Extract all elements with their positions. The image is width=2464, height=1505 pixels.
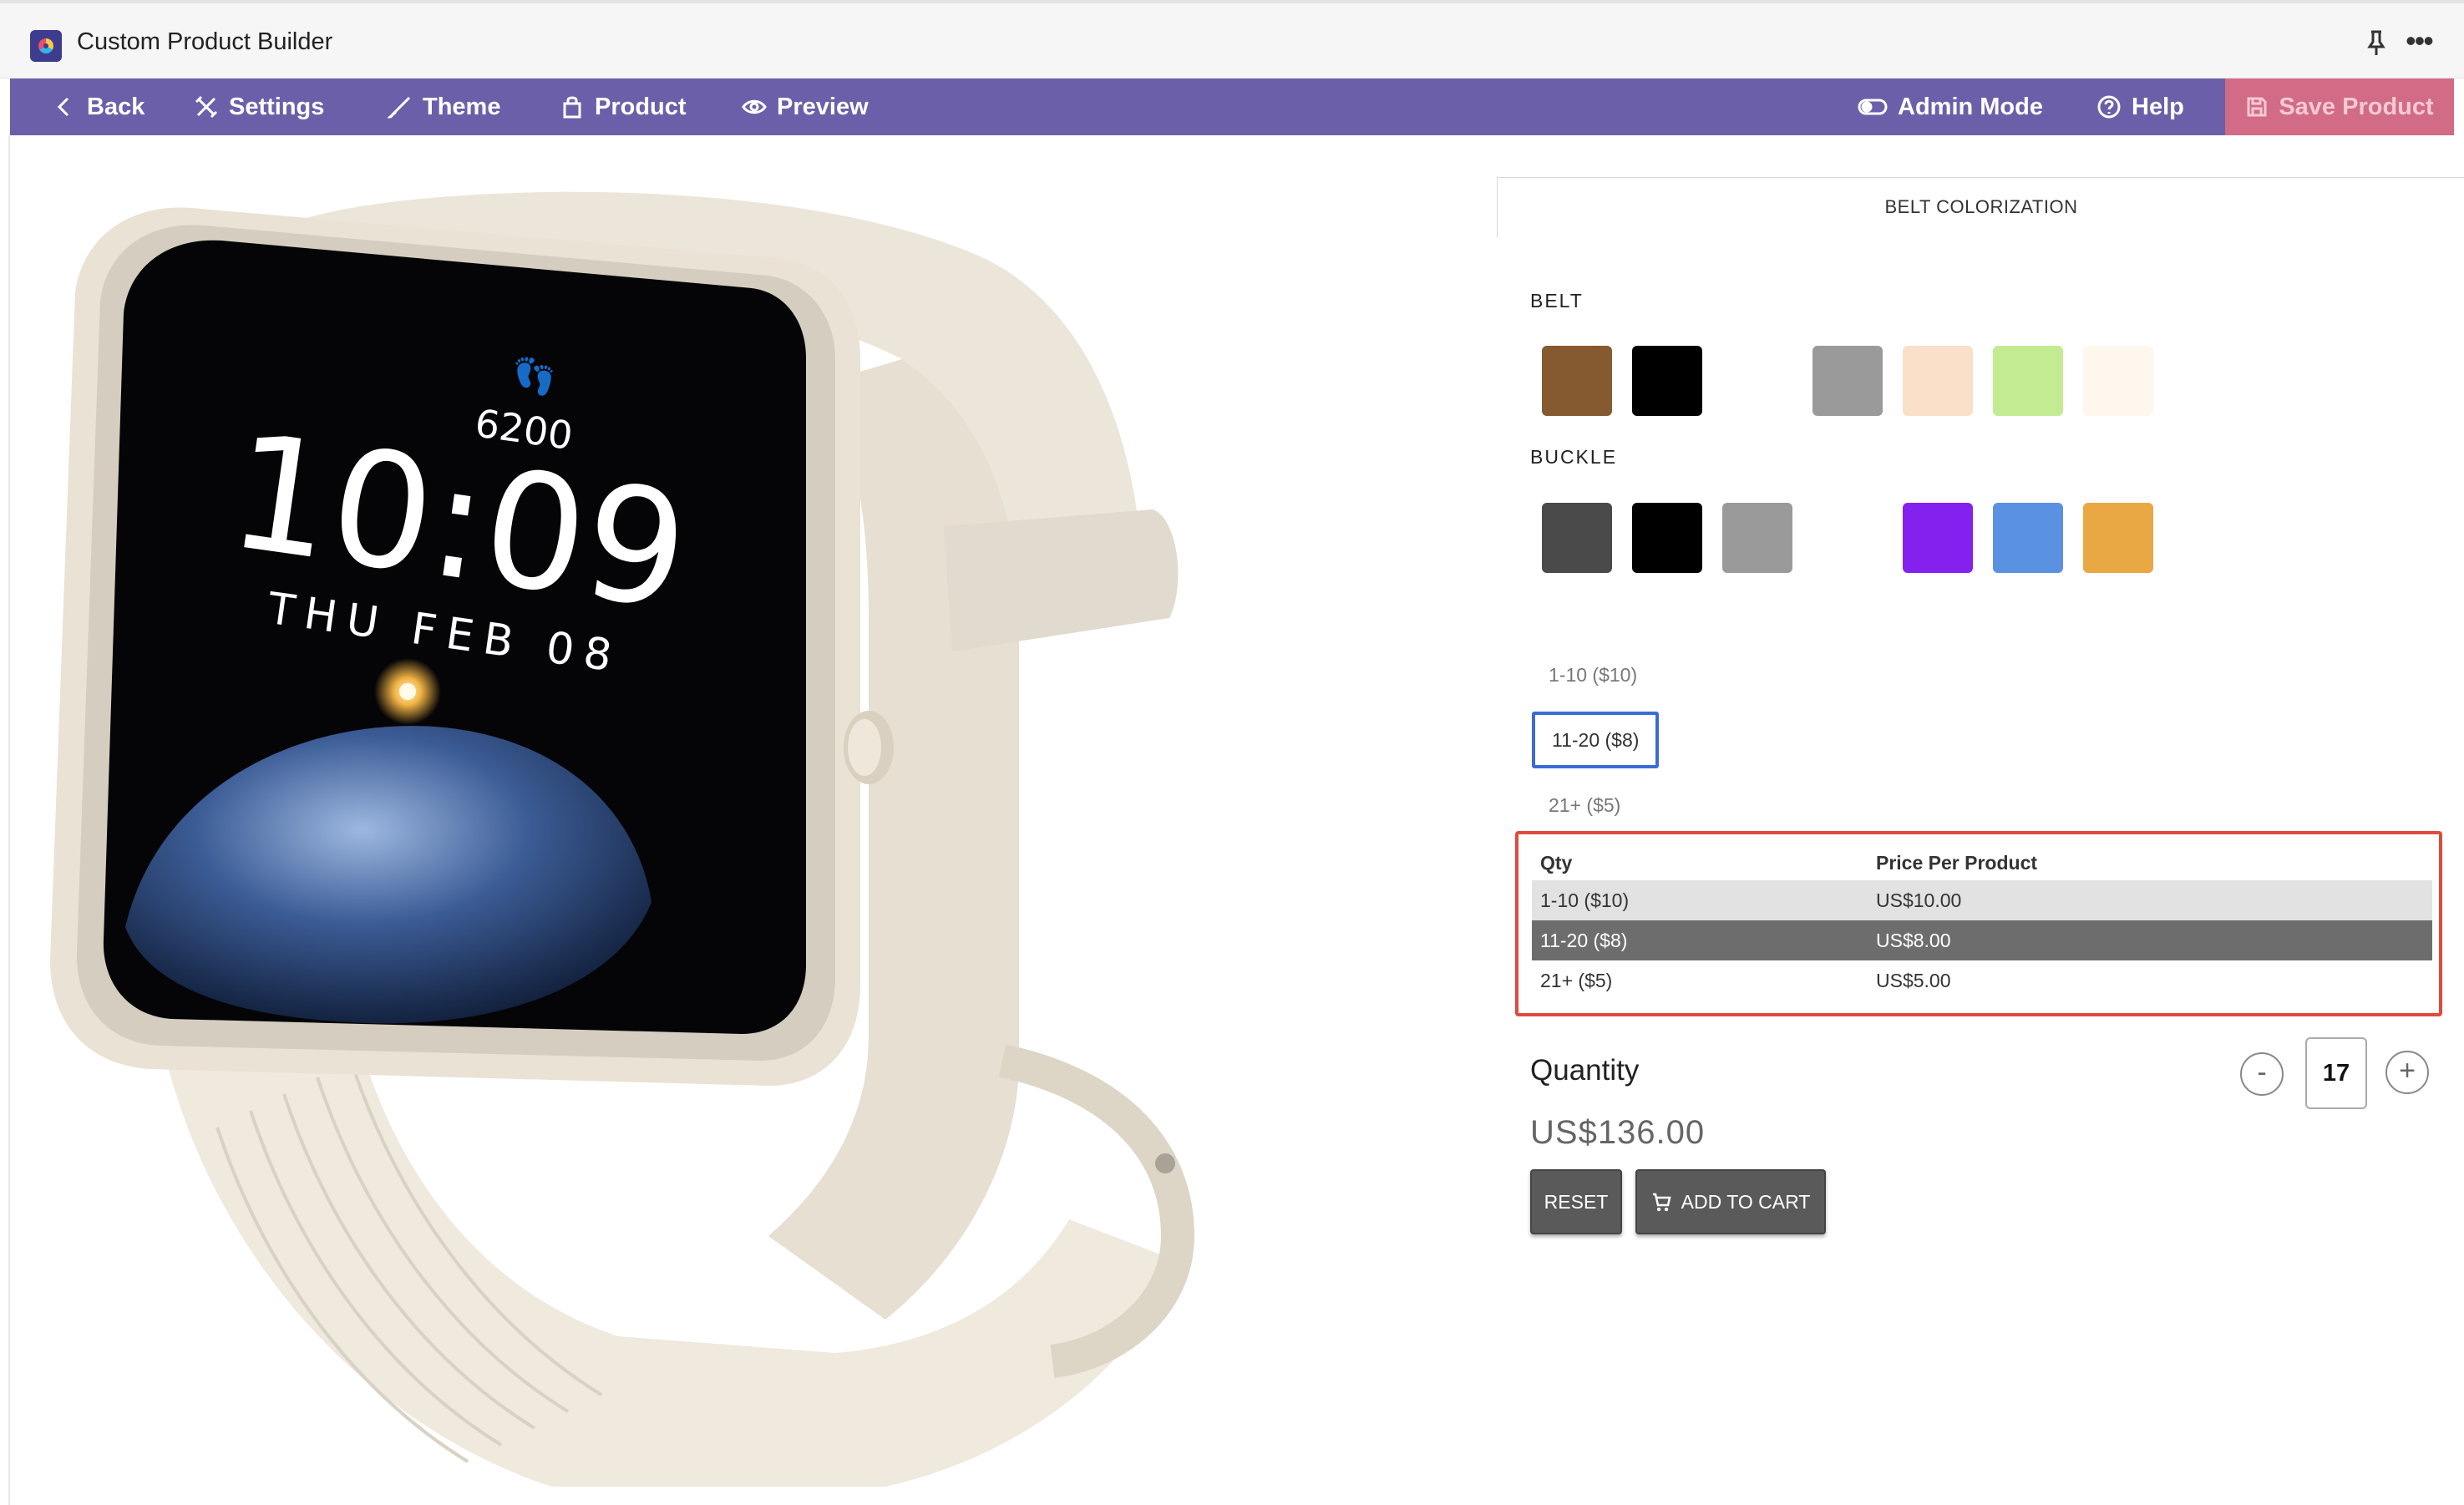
toggle-icon — [1858, 99, 1888, 115]
left-divider — [8, 135, 10, 1505]
brush-icon — [388, 96, 411, 119]
price-header: Price Per Product — [1876, 851, 2038, 874]
title-bar: Custom Product Builder ••• — [0, 0, 2464, 79]
theme-label: Theme — [423, 93, 501, 120]
tab-label: BELT COLORIZATION — [1884, 196, 2078, 217]
buckle-color-swatch-7[interactable] — [2083, 503, 2153, 573]
belt-color-swatch-2[interactable] — [1632, 346, 1702, 416]
belt-color-swatch-7[interactable] — [2083, 346, 2153, 416]
add-to-cart-label: ADD TO CART — [1681, 1190, 1811, 1213]
tier-option-1-10[interactable]: 1-10 ($10) — [1532, 646, 1654, 703]
back-label: Back — [87, 93, 145, 120]
svg-text:👣: 👣 — [513, 355, 556, 398]
qty-cell: 21+ ($5) — [1532, 960, 1876, 1001]
price-table: Qty Price Per Product 1-10 ($10) US$10.0… — [1532, 845, 2432, 1001]
save-product-label: Save Product — [2279, 93, 2434, 120]
preview-label: Preview — [777, 93, 869, 120]
price-cell: US$5.00 — [1876, 960, 2432, 1001]
belt-color-swatch-4[interactable] — [1813, 346, 1883, 416]
product-label: Product — [595, 93, 687, 120]
belt-color-swatch-3[interactable] — [1722, 346, 1792, 416]
help-icon — [2097, 95, 2121, 119]
add-to-cart-button[interactable]: ADD TO CART — [1635, 1169, 1826, 1234]
table-row: 1-10 ($10) US$10.00 — [1532, 880, 2432, 920]
admin-mode-toggle[interactable]: Admin Mode — [1858, 79, 2043, 135]
belt-color-swatch-6[interactable] — [1993, 346, 2063, 416]
price-cell: US$8.00 — [1876, 920, 2432, 960]
buckle-color-swatch-2[interactable] — [1632, 503, 1702, 573]
back-button[interactable]: Back — [52, 79, 144, 135]
total-price: US$136.00 — [1530, 1114, 1706, 1151]
buckle-color-swatch-5[interactable] — [1903, 503, 1973, 573]
table-header-row: Qty Price Per Product — [1532, 845, 2432, 880]
tier-option-11-20[interactable]: 11-20 ($8) — [1532, 712, 1660, 768]
theme-button[interactable]: Theme — [388, 79, 500, 135]
qty-cell: 1-10 ($10) — [1532, 880, 1876, 920]
reset-button[interactable]: RESET — [1530, 1169, 1622, 1234]
product-preview-image: 👣 6200 10:09 THU FEB 08 — [50, 191, 1195, 1487]
preview-button[interactable]: Preview — [742, 79, 869, 135]
belt-color-swatch-5[interactable] — [1903, 346, 1973, 416]
help-label: Help — [2132, 93, 2184, 120]
settings-button[interactable]: Settings — [194, 79, 324, 135]
product-button[interactable]: Product — [560, 79, 687, 135]
belt-color-swatch-1[interactable] — [1542, 346, 1612, 416]
pin-icon[interactable] — [2364, 28, 2389, 58]
more-options-icon[interactable]: ••• — [2406, 26, 2439, 58]
qty-cell: 11-20 ($8) — [1532, 920, 1876, 960]
tab-belt-colorization[interactable]: BELT COLORIZATION — [1497, 177, 2464, 237]
buckle-color-swatch-6[interactable] — [1993, 503, 2063, 573]
buckle-label: BUCKLE — [1530, 446, 1618, 468]
tools-icon — [195, 95, 218, 119]
cart-icon — [1652, 1193, 1671, 1212]
save-icon — [2247, 97, 2267, 117]
table-row: 21+ ($5) US$5.00 — [1532, 960, 2432, 1001]
quantity-decrement-button[interactable]: - — [2240, 1052, 2284, 1096]
buckle-color-swatch-3[interactable] — [1722, 503, 1792, 573]
quantity-input[interactable] — [2305, 1037, 2367, 1109]
save-product-button[interactable]: Save Product — [2225, 79, 2454, 135]
help-button[interactable]: Help — [2096, 79, 2184, 135]
app-title: Custom Product Builder — [77, 28, 333, 55]
chevron-left-icon — [57, 97, 69, 117]
eye-icon — [742, 99, 767, 114]
bag-icon — [563, 96, 581, 119]
buckle-color-swatch-4[interactable] — [1813, 503, 1883, 573]
buckle-color-swatch-1[interactable] — [1542, 503, 1612, 573]
quantity-increment-button[interactable]: + — [2385, 1051, 2429, 1094]
qty-header: Qty — [1540, 851, 1573, 874]
quantity-label: Quantity — [1530, 1054, 1640, 1087]
toolbar: Back Settings Theme Product Preview Admi… — [10, 79, 2454, 135]
app-logo-icon — [30, 30, 62, 62]
admin-mode-label: Admin Mode — [1898, 93, 2043, 120]
table-row-selected: 11-20 ($8) US$8.00 — [1532, 920, 2432, 960]
price-cell: US$10.00 — [1876, 880, 2432, 920]
tier-option-21-plus[interactable]: 21+ ($5) — [1532, 777, 1637, 834]
belt-label: BELT — [1530, 290, 1584, 312]
settings-label: Settings — [229, 93, 325, 120]
